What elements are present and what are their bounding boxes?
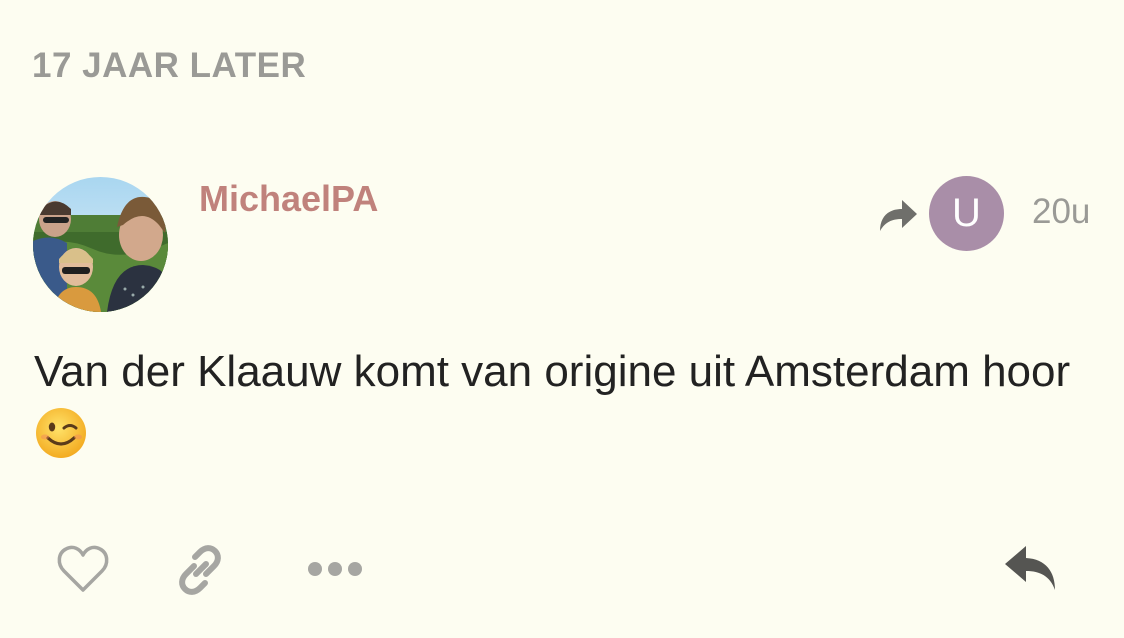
reply-to-avatar[interactable]: U <box>929 176 1004 251</box>
username[interactable]: MichaelPA <box>199 178 378 220</box>
heart-icon[interactable] <box>56 544 110 594</box>
post-text: Van der Klaauw komt van origine uit Amst… <box>34 347 1071 396</box>
post: MichaelPA U 20u Van der Klaauw komt van … <box>0 0 1124 638</box>
avatar-photo <box>33 177 168 312</box>
more-dots-icon[interactable] <box>306 556 364 582</box>
share-arrow-icon <box>880 200 917 231</box>
link-icon[interactable] <box>172 542 228 598</box>
user-avatar[interactable] <box>33 177 168 312</box>
winking-face-emoji <box>36 408 86 458</box>
reply-icon[interactable] <box>1002 542 1060 596</box>
post-timestamp[interactable]: 20u <box>1032 192 1090 232</box>
post-body: Van der Klaauw komt van origine uit Amst… <box>34 342 1104 460</box>
